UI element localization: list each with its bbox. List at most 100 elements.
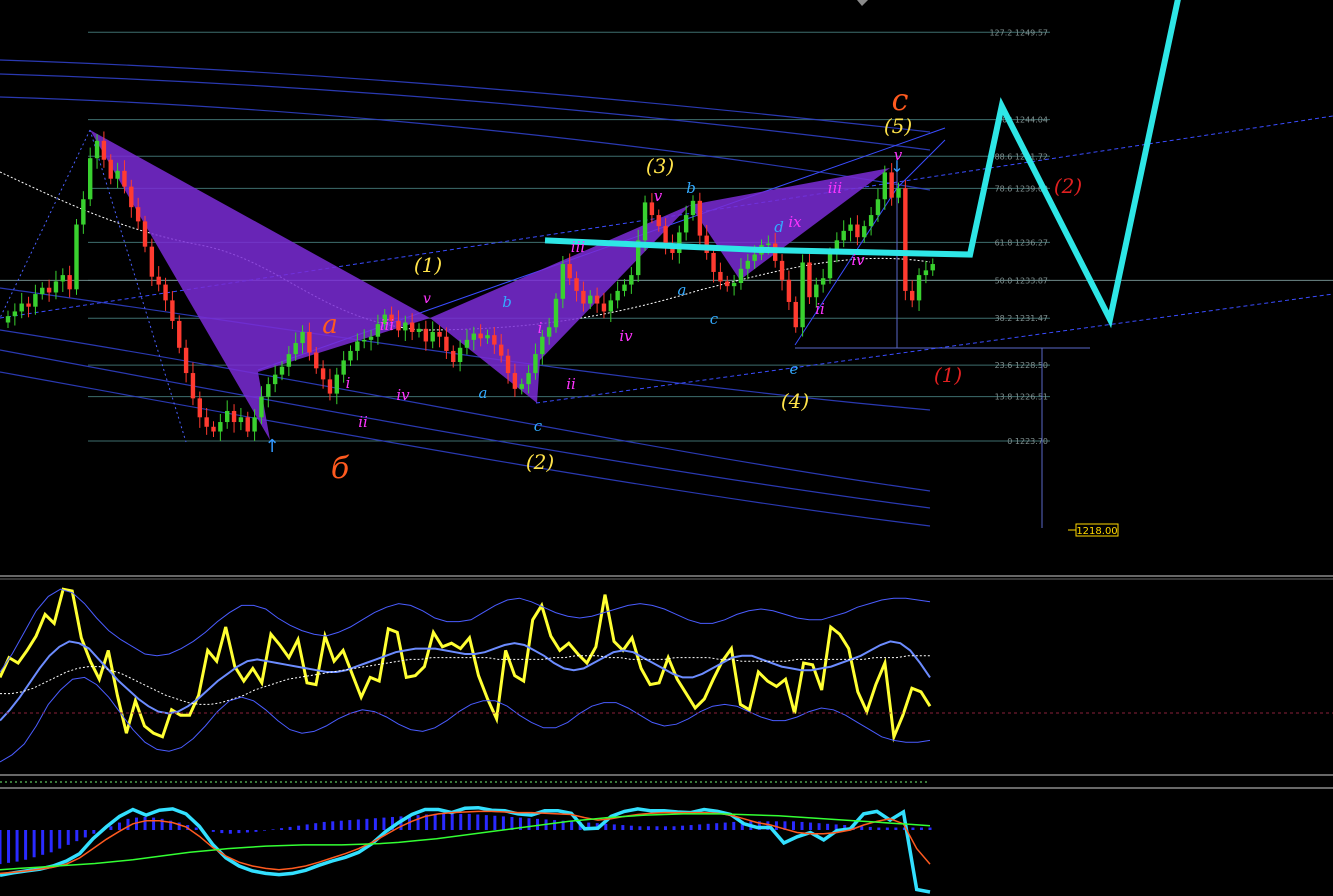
candle-body — [745, 260, 750, 269]
candle-body — [814, 284, 819, 298]
candle-body — [923, 270, 929, 276]
candle-body — [451, 350, 456, 362]
candle-body — [492, 335, 497, 345]
fib-label: 127.2 1249.57 — [989, 28, 1048, 37]
up-arrow-icon: ↑ — [264, 436, 279, 457]
candle-body — [868, 215, 874, 227]
osc-band-lower-line — [0, 676, 931, 763]
candle-body — [533, 354, 538, 374]
candle-body — [553, 298, 559, 328]
candle-body — [896, 188, 901, 198]
candle-body — [731, 283, 737, 287]
candle-body — [403, 322, 408, 331]
scroll-marker-icon — [857, 0, 868, 6]
candle-body — [807, 262, 812, 298]
candle-body — [464, 339, 470, 348]
candle-body — [362, 339, 367, 342]
candle-body — [779, 260, 785, 280]
candle-body — [910, 290, 915, 301]
candle-body — [266, 384, 271, 397]
candle-body — [800, 262, 805, 328]
candle-body — [293, 343, 298, 355]
candle-body — [218, 422, 223, 432]
candle-body — [211, 426, 216, 432]
wave-label: c — [710, 310, 719, 328]
wave-label: iii — [571, 238, 586, 256]
candle-body — [875, 199, 881, 216]
candle-body — [245, 417, 250, 432]
wave-label: v — [423, 291, 431, 307]
candle-body — [142, 221, 148, 247]
price-marker-value: 1218.00 — [1076, 526, 1117, 537]
wave-label: б — [331, 451, 350, 486]
wave-label: v — [894, 146, 903, 164]
candle-body — [60, 275, 65, 282]
wave-label: ix — [788, 213, 802, 231]
osc-main-line — [0, 587, 932, 743]
candle-body — [40, 287, 45, 295]
candle-body — [560, 264, 566, 299]
candle-body — [457, 347, 463, 362]
candle-body — [183, 347, 189, 374]
candle-body — [622, 284, 627, 291]
channel-line — [0, 59, 931, 133]
candle-body — [882, 172, 887, 200]
candle-body — [177, 320, 182, 348]
candle-body — [190, 373, 196, 399]
candle-body — [238, 417, 244, 423]
candle-body — [642, 202, 648, 241]
wave-label: ii — [566, 375, 576, 393]
osc-band-upper-line — [0, 588, 931, 673]
wave-label: d — [774, 218, 784, 236]
trading-chart: 138.2 1251.81127.2 1249.57100 1244.0488.… — [0, 0, 1333, 894]
candle-body — [581, 290, 586, 304]
projection-path — [544, 0, 1181, 329]
candle-body — [314, 352, 319, 369]
candle-body — [67, 275, 72, 290]
candle-body — [149, 246, 155, 277]
candle-body — [320, 368, 326, 380]
wave-label: (1) — [414, 253, 442, 277]
candle-body — [94, 140, 100, 159]
candle-body — [355, 341, 360, 351]
wave-label: i — [538, 319, 543, 337]
price-marker: 1218.00 — [1068, 523, 1119, 537]
candle-body — [601, 303, 607, 312]
candle-body — [423, 328, 429, 342]
wave-label: iii — [380, 316, 395, 334]
candle-body — [74, 224, 79, 290]
wave-label: (4) — [781, 389, 809, 413]
candle-body — [505, 355, 511, 374]
candle-body — [656, 215, 661, 227]
wave-label: iv — [619, 327, 633, 345]
candle-body — [327, 379, 333, 394]
candle-body — [697, 200, 703, 236]
candle-body — [26, 303, 31, 307]
candle-body — [916, 275, 922, 301]
candle-body — [677, 232, 682, 253]
candle-body — [252, 417, 257, 432]
wave-label: iv — [851, 251, 865, 269]
wave-label: e — [790, 360, 799, 378]
wave-label: (1) — [934, 363, 962, 387]
candle-body — [81, 199, 86, 225]
candle-body — [396, 320, 401, 331]
candle-body — [368, 336, 374, 340]
candle-body — [122, 170, 127, 187]
wave-label: (3) — [646, 154, 674, 178]
mom-main-line — [0, 805, 931, 894]
candle-body — [197, 398, 202, 418]
candle-body — [526, 373, 531, 385]
candle-body — [663, 226, 668, 246]
candle-body — [129, 186, 134, 208]
candle-body — [485, 335, 490, 339]
wave-label: (2) — [1054, 174, 1082, 198]
candle-body — [33, 294, 38, 307]
wave-label: ii — [358, 413, 368, 431]
mom-signal-line — [0, 810, 931, 875]
candle-body — [848, 224, 853, 231]
wave-label: v — [654, 187, 663, 205]
channel-line — [0, 73, 931, 151]
candle-body — [348, 350, 353, 361]
candle-body — [279, 366, 285, 375]
